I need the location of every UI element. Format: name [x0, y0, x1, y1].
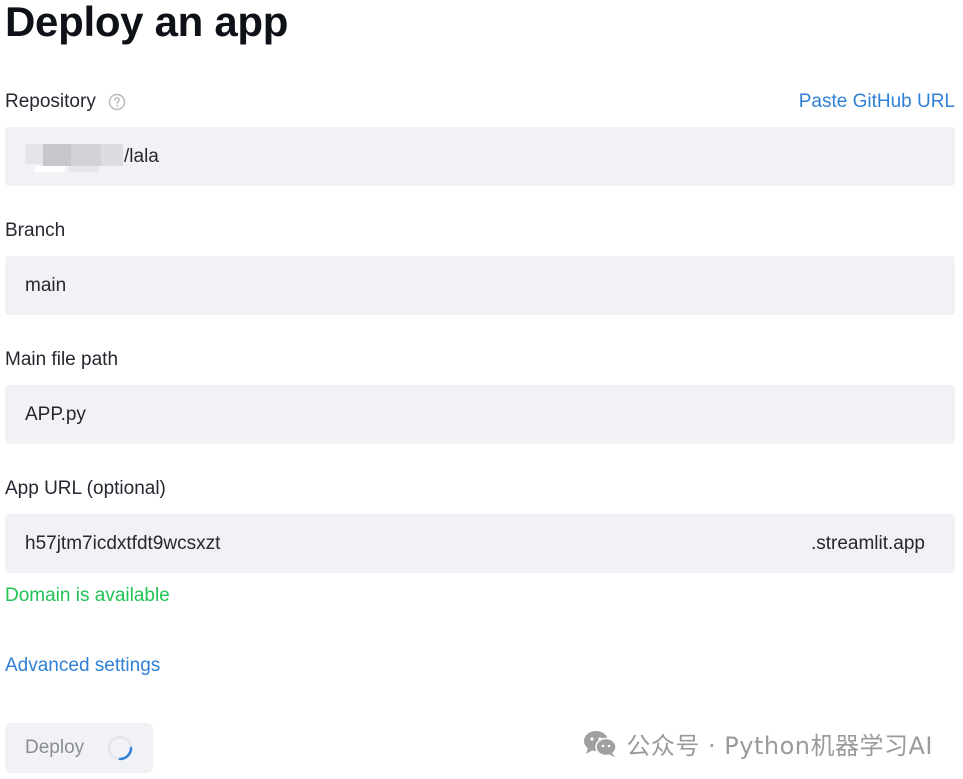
- branch-input[interactable]: main: [5, 256, 955, 315]
- page-title: Deploy an app: [5, 0, 289, 45]
- domain-status-message: Domain is available: [5, 585, 170, 606]
- question-circle-icon[interactable]: [108, 93, 126, 111]
- app-url-value: h57jtm7icdxtfdt9wcsxzt: [25, 532, 221, 554]
- branch-label-row: Branch: [5, 219, 955, 243]
- branch-label: Branch: [5, 220, 66, 241]
- repository-input[interactable]: /lala: [5, 127, 955, 186]
- branch-value: main: [25, 274, 67, 296]
- deploy-page: Deploy an app Repository Paste GitHub UR…: [0, 0, 963, 779]
- watermark: 公众号 · Python机器学习AI: [582, 726, 933, 761]
- main-file-label: Main file path: [5, 349, 119, 370]
- advanced-settings-link[interactable]: Advanced settings: [5, 655, 160, 677]
- main-file-input[interactable]: APP.py: [5, 385, 955, 444]
- main-file-value: APP.py: [25, 403, 86, 425]
- app-url-suffix: .streamlit.app: [810, 532, 925, 554]
- loading-spinner-icon: [107, 735, 133, 761]
- redacted-username: [25, 142, 123, 172]
- app-url-input[interactable]: h57jtm7icdxtfdt9wcsxzt .streamlit.app: [5, 514, 955, 573]
- repository-label: Repository: [5, 91, 96, 112]
- app-url-label: App URL (optional): [5, 478, 166, 499]
- app-url-label-row: App URL (optional): [5, 477, 955, 501]
- main-file-label-row: Main file path: [5, 348, 955, 372]
- repository-label-wrap: Repository: [5, 91, 126, 113]
- paste-github-url-link[interactable]: Paste GitHub URL: [799, 91, 955, 113]
- deploy-button[interactable]: Deploy: [5, 723, 153, 773]
- watermark-text: 公众号 · Python机器学习AI: [626, 732, 933, 760]
- repository-label-row: Repository Paste GitHub URL: [5, 90, 955, 114]
- deploy-button-label: Deploy: [25, 737, 85, 758]
- wechat-icon: [584, 730, 618, 757]
- repository-value: /lala: [124, 145, 159, 167]
